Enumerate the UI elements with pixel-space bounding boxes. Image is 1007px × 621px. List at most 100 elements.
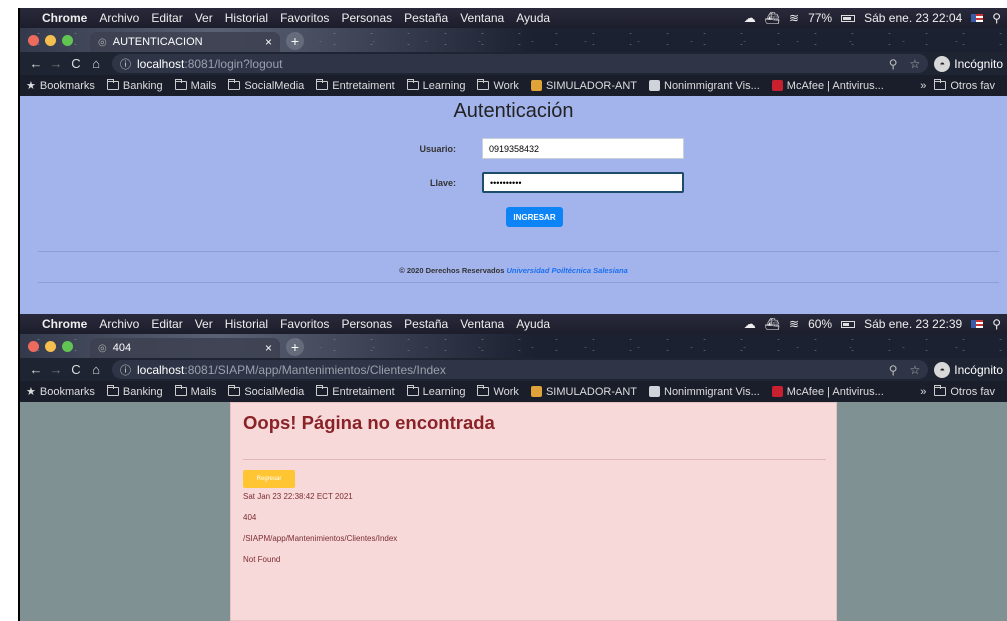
bookmark-learning[interactable]: Learning bbox=[406, 79, 465, 92]
menu-historial[interactable]: Historial bbox=[225, 317, 268, 331]
bookmark-bookmarks[interactable]: ★ Bookmarks bbox=[26, 385, 95, 399]
close-window-icon[interactable] bbox=[28, 341, 39, 352]
cloud-icon[interactable]: ☁ bbox=[744, 11, 756, 25]
flag-icon[interactable] bbox=[971, 320, 984, 328]
close-window-icon[interactable] bbox=[28, 35, 39, 46]
back-icon[interactable]: ← bbox=[26, 56, 46, 71]
login-button[interactable]: INGRESAR bbox=[506, 207, 563, 227]
minimize-window-icon[interactable] bbox=[45, 35, 56, 46]
menu-favoritos[interactable]: Favoritos bbox=[280, 317, 329, 331]
back-button[interactable]: Regresar bbox=[243, 470, 295, 488]
menu-ventana[interactable]: Ventana bbox=[460, 11, 504, 25]
spotlight-search-icon[interactable]: ⚲ bbox=[992, 11, 1001, 25]
spotlight-search-icon[interactable]: ⚲ bbox=[992, 317, 1001, 331]
menu-pestana[interactable]: Pestaña bbox=[404, 317, 448, 331]
menu-archivo[interactable]: Archivo bbox=[99, 11, 139, 25]
bookmark-otros[interactable]: Otros fav bbox=[934, 385, 995, 398]
star-icon: ★ bbox=[26, 80, 36, 92]
address-bar[interactable]: ⓘ localhost:8081/login?logout ⚲ ☆ bbox=[112, 54, 929, 73]
menu-favoritos[interactable]: Favoritos bbox=[280, 11, 329, 25]
page-title: Autenticación bbox=[453, 100, 574, 122]
docker-icon[interactable]: ⛴ bbox=[765, 317, 780, 331]
bookmark-entretaiment[interactable]: Entretaiment bbox=[316, 385, 395, 398]
new-tab-button[interactable]: + bbox=[286, 32, 304, 50]
forward-icon[interactable]: → bbox=[46, 362, 66, 377]
back-icon[interactable]: ← bbox=[26, 362, 46, 377]
bookmark-otros[interactable]: Otros fav bbox=[934, 79, 995, 92]
bookmark-socialmedia[interactable]: SocialMedia bbox=[228, 79, 304, 92]
menu-ayuda[interactable]: Ayuda bbox=[516, 11, 550, 25]
forward-icon[interactable]: → bbox=[46, 56, 66, 71]
bookmark-mails[interactable]: Mails bbox=[174, 79, 216, 92]
bookmark-star-icon[interactable]: ☆ bbox=[910, 57, 921, 71]
clock[interactable]: Sáb ene. 23 22:04 bbox=[864, 11, 962, 25]
bookmarks-overflow-icon[interactable]: » bbox=[920, 80, 926, 92]
menu-ver[interactable]: Ver bbox=[195, 11, 213, 25]
menu-editar[interactable]: Editar bbox=[151, 317, 182, 331]
docker-icon[interactable]: ⛴ bbox=[765, 11, 780, 25]
menu-editar[interactable]: Editar bbox=[151, 11, 182, 25]
bookmark-star-icon[interactable]: ☆ bbox=[910, 363, 921, 377]
user-input[interactable] bbox=[482, 138, 684, 159]
menu-pestana[interactable]: Pestaña bbox=[404, 11, 448, 25]
incognito-indicator[interactable]: ◓ Incógnito bbox=[934, 361, 1007, 378]
bookmark-simulador-ant[interactable]: SIMULADOR-ANT bbox=[530, 386, 637, 398]
maximize-window-icon[interactable] bbox=[62, 35, 73, 46]
folder-icon bbox=[174, 385, 187, 396]
new-tab-button[interactable]: + bbox=[286, 338, 304, 356]
bookmark-learning[interactable]: Learning bbox=[406, 385, 465, 398]
bookmark-banking[interactable]: Banking bbox=[106, 79, 163, 92]
bookmark-work[interactable]: Work bbox=[477, 79, 519, 92]
reload-icon[interactable]: C bbox=[66, 362, 86, 377]
menu-personas[interactable]: Personas bbox=[341, 317, 392, 331]
password-input[interactable] bbox=[482, 172, 684, 193]
battery-icon[interactable] bbox=[841, 320, 856, 328]
bookmark-socialmedia[interactable]: SocialMedia bbox=[228, 385, 304, 398]
bookmark-mcafee[interactable]: McAfee | Antivirus... bbox=[771, 80, 884, 92]
zoom-icon[interactable]: ⚲ bbox=[889, 57, 898, 71]
info-icon[interactable]: ⓘ bbox=[120, 56, 131, 72]
menu-app-name[interactable]: Chrome bbox=[42, 11, 87, 25]
menu-app-name[interactable]: Chrome bbox=[42, 317, 87, 331]
menu-archivo[interactable]: Archivo bbox=[99, 317, 139, 331]
menu-personas[interactable]: Personas bbox=[341, 11, 392, 25]
address-bar[interactable]: ⓘ localhost:8081/SIAPM/app/Mantenimiento… bbox=[112, 360, 929, 379]
info-icon[interactable]: ⓘ bbox=[120, 362, 131, 378]
close-icon[interactable]: × bbox=[265, 35, 272, 49]
menu-ventana[interactable]: Ventana bbox=[460, 317, 504, 331]
close-icon[interactable]: × bbox=[265, 341, 272, 355]
incognito-indicator[interactable]: ◓ Incógnito bbox=[934, 55, 1007, 72]
zoom-icon[interactable]: ⚲ bbox=[889, 363, 898, 377]
footer-link[interactable]: Universidad Poiltécnica Salesiana bbox=[506, 266, 627, 275]
error-page: Oops! Página no encontrada Regresar Sat … bbox=[20, 402, 1007, 621]
bookmark-mcafee[interactable]: McAfee | Antivirus... bbox=[771, 386, 884, 398]
browser-tab[interactable]: ◎ AUTENTICACION × bbox=[90, 32, 280, 52]
bookmark-simulador-ant[interactable]: SIMULADOR-ANT bbox=[530, 80, 637, 92]
browser-toolbar: ← → C ⌂ ⓘ localhost:8081/SIAPM/app/Mante… bbox=[20, 358, 1007, 381]
menu-historial[interactable]: Historial bbox=[225, 11, 268, 25]
wifi-icon[interactable]: ≋ bbox=[789, 317, 799, 331]
battery-icon[interactable] bbox=[841, 14, 856, 22]
menu-ayuda[interactable]: Ayuda bbox=[516, 317, 550, 331]
bookmark-mails[interactable]: Mails bbox=[174, 385, 216, 398]
browser-tab[interactable]: ◎ 404 × bbox=[90, 338, 280, 358]
bookmark-work[interactable]: Work bbox=[477, 385, 519, 398]
menu-ver[interactable]: Ver bbox=[195, 317, 213, 331]
bookmark-nonimmigrant[interactable]: Nonimmigrant Vis... bbox=[649, 386, 760, 398]
home-icon[interactable]: ⌂ bbox=[86, 362, 106, 377]
home-icon[interactable]: ⌂ bbox=[86, 56, 106, 71]
battery-percent[interactable]: 60% bbox=[808, 317, 832, 331]
flag-icon[interactable] bbox=[971, 14, 984, 22]
minimize-window-icon[interactable] bbox=[45, 341, 56, 352]
battery-percent[interactable]: 77% bbox=[808, 11, 832, 25]
bookmarks-overflow-icon[interactable]: » bbox=[920, 386, 926, 398]
maximize-window-icon[interactable] bbox=[62, 341, 73, 352]
bookmark-nonimmigrant[interactable]: Nonimmigrant Vis... bbox=[649, 80, 760, 92]
wifi-icon[interactable]: ≋ bbox=[789, 11, 799, 25]
bookmark-banking[interactable]: Banking bbox=[106, 385, 163, 398]
bookmark-bookmarks[interactable]: ★ Bookmarks bbox=[26, 79, 95, 93]
clock[interactable]: Sáb ene. 23 22:39 bbox=[864, 317, 962, 331]
bookmark-entretaiment[interactable]: Entretaiment bbox=[316, 79, 395, 92]
cloud-icon[interactable]: ☁ bbox=[744, 317, 756, 331]
reload-icon[interactable]: C bbox=[66, 56, 86, 71]
